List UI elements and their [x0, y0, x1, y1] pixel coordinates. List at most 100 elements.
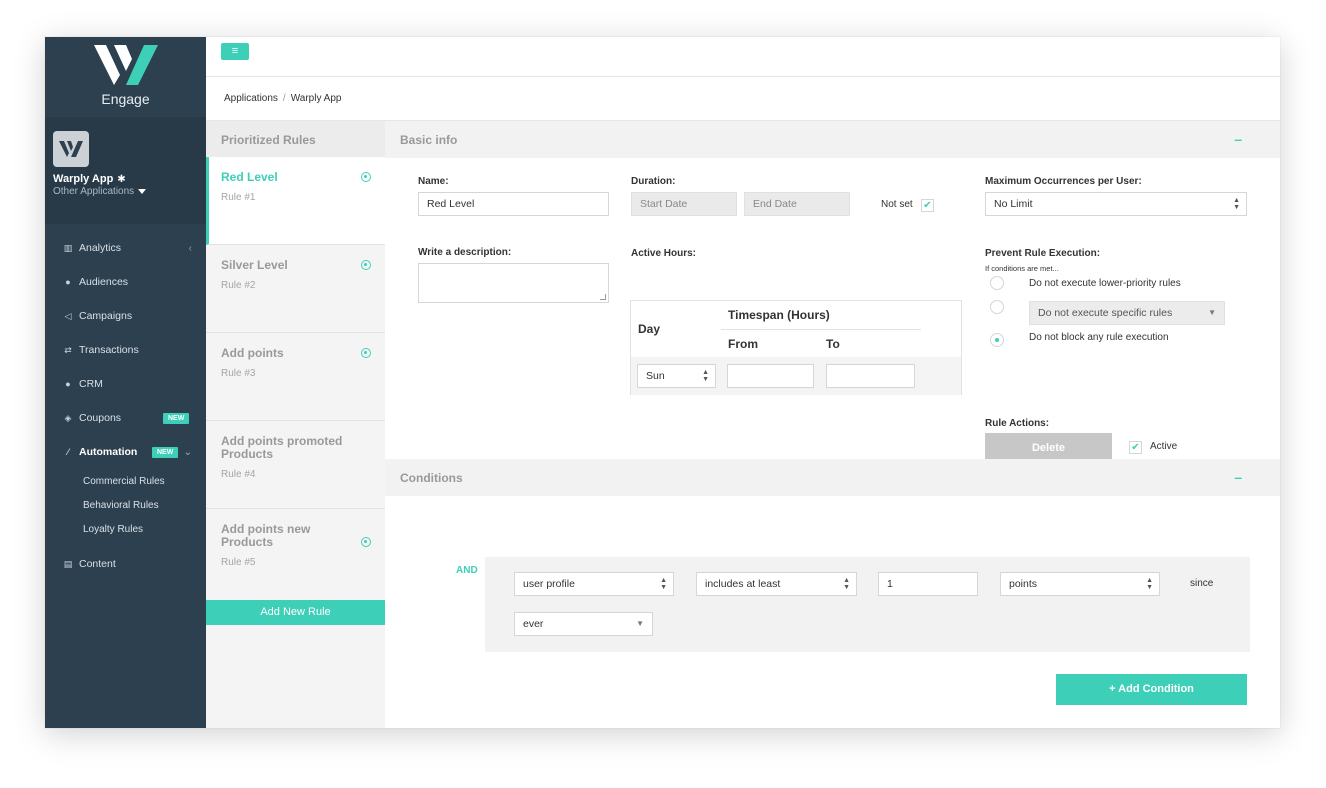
day-header: Day	[638, 322, 661, 336]
nav-item-label: Audiences	[79, 276, 129, 288]
and-connector	[450, 584, 485, 652]
users-icon: ●	[65, 277, 71, 287]
exchange-icon: ⇄	[64, 344, 72, 355]
rule-item-add-points-new[interactable]: Add points new Products Rule #5	[206, 509, 385, 597]
rule-title: Add points	[221, 346, 284, 360]
new-badge: NEW	[152, 446, 179, 458]
end-date-input[interactable]: End Date	[744, 192, 850, 216]
nav-item-analytics[interactable]: ▥ Analytics ‹	[45, 231, 206, 265]
chevron-down-icon: ⌄	[183, 446, 192, 458]
hamburger-icon: ≡	[231, 45, 239, 57]
max-occurrences-select[interactable]: No Limit ▲ ▼	[985, 192, 1247, 216]
file-icon: ▤	[63, 558, 73, 569]
description-textarea[interactable]	[418, 263, 609, 303]
logo-area: Engage	[45, 37, 206, 117]
add-new-rule-button[interactable]: Add New Rule	[206, 600, 385, 625]
condition-field-select[interactable]: user profile ▲ ▼	[514, 572, 674, 596]
app-name-label: Warply App	[53, 173, 114, 185]
not-set-checkbox[interactable]: ✔	[921, 199, 934, 212]
active-label: Active	[1150, 441, 1178, 452]
from-header: From	[728, 337, 758, 351]
day-select[interactable]: Sun ▲ ▼	[637, 364, 716, 388]
breadcrumb-separator: /	[282, 93, 286, 104]
sub-item-loyalty-rules[interactable]: Loyalty Rules	[45, 517, 206, 541]
sub-item-behavioral-rules[interactable]: Behavioral Rules	[45, 493, 206, 517]
condition-period-select[interactable]: ever ▼	[514, 612, 653, 636]
app-switcher[interactable]: Warply App ✱ Other Applications	[45, 117, 206, 224]
updown-arrows-icon: ▲ ▼	[843, 577, 850, 591]
radio-specific-rules[interactable]	[990, 300, 1004, 314]
select-value: No Limit	[994, 198, 1033, 210]
rule-item-red-level[interactable]: Red Level Rule #1	[206, 157, 385, 245]
since-label: since	[1190, 578, 1214, 589]
nav-item-audiences[interactable]: ● Audiences	[45, 265, 206, 299]
chevron-left-icon: ‹	[188, 242, 192, 254]
select-value: points	[1009, 578, 1038, 590]
nav-item-coupons[interactable]: ◈ Coupons NEW	[45, 401, 206, 435]
warply-logo-icon	[93, 45, 158, 85]
nav-item-label: CRM	[79, 378, 103, 390]
app-name[interactable]: Warply App ✱	[53, 173, 206, 185]
active-checkbox[interactable]: ✔	[1129, 441, 1142, 454]
radio-dot-icon[interactable]	[361, 260, 371, 270]
rule-item-silver-level[interactable]: Silver Level Rule #2	[206, 245, 385, 333]
and-operator-tab[interactable]: AND	[450, 557, 485, 584]
select-value: Do not execute specific rules	[1038, 307, 1173, 319]
specific-rules-select[interactable]: Do not execute specific rules ▼	[1029, 301, 1225, 325]
nav-item-automation[interactable]: ⁄ Automation NEW ⌄	[45, 435, 206, 469]
sub-item-commercial-rules[interactable]: Commercial Rules	[45, 469, 206, 493]
radio-dot-icon[interactable]	[361, 537, 371, 547]
start-date-input[interactable]: Start Date	[631, 192, 737, 216]
rule-number: Rule #3	[221, 368, 256, 379]
max-occurrences-label: Maximum Occurrences per User:	[985, 176, 1142, 187]
timespan-header: Timespan (Hours)	[728, 308, 830, 322]
bar-chart-icon: ▥	[63, 242, 73, 253]
rule-number: Rule #4	[221, 469, 256, 480]
nav-item-transactions[interactable]: ⇄ Transactions	[45, 333, 206, 367]
nav-item-campaigns[interactable]: ◁ Campaigns	[45, 299, 206, 333]
new-badge: NEW	[163, 412, 190, 424]
name-input[interactable]: Red Level	[418, 192, 609, 216]
megaphone-icon: ◁	[64, 310, 72, 321]
rule-number: Rule #2	[221, 280, 256, 291]
collapse-icon[interactable]: –	[1234, 469, 1242, 485]
sidebar: Engage Warply App ✱ Other Applications ▥ …	[45, 37, 206, 728]
option-no-block-label: Do not block any rule execution	[1029, 332, 1169, 343]
brand-name: Engage	[101, 91, 150, 107]
gear-icon[interactable]: ✱	[117, 174, 125, 185]
radio-dot-icon[interactable]	[361, 172, 371, 182]
rule-item-add-points-promoted[interactable]: Add points promoted Products Rule #4	[206, 421, 385, 509]
rule-title: Red Level	[221, 170, 278, 184]
radio-no-block[interactable]	[990, 333, 1004, 347]
rule-item-add-points[interactable]: Add points Rule #3	[206, 333, 385, 421]
conditions-header[interactable]: Conditions –	[385, 459, 1280, 496]
rule-actions-label: Rule Actions:	[985, 418, 1050, 429]
add-condition-button[interactable]: + Add Condition	[1056, 674, 1247, 705]
nav-item-label: Transactions	[79, 344, 139, 356]
radio-lower-priority[interactable]	[990, 276, 1004, 290]
active-hours-label: Active Hours:	[631, 248, 697, 259]
other-applications-dropdown[interactable]: Other Applications	[53, 186, 206, 197]
condition-operator-select[interactable]: includes at least ▲ ▼	[696, 572, 857, 596]
nav-item-crm[interactable]: ● CRM	[45, 367, 206, 401]
rule-number: Rule #5	[221, 557, 256, 568]
breadcrumb-applications[interactable]: Applications	[224, 93, 278, 104]
from-hour-input[interactable]	[727, 364, 814, 388]
basic-info-header[interactable]: Basic info –	[385, 121, 1280, 158]
breadcrumb-current: Warply App	[290, 93, 342, 104]
collapse-icon[interactable]: –	[1234, 131, 1242, 147]
nav-item-content[interactable]: ▤ Content	[45, 547, 206, 581]
wand-icon: ⁄	[67, 447, 69, 457]
condition-amount-input[interactable]: 1	[878, 572, 978, 596]
radio-dot-icon[interactable]	[361, 348, 371, 358]
caret-down-icon: ▼	[1208, 308, 1216, 317]
to-header: To	[826, 337, 840, 351]
hamburger-menu-button[interactable]: ≡	[221, 43, 249, 60]
to-hour-input[interactable]	[826, 364, 915, 388]
section-title: Basic info	[400, 133, 458, 147]
condition-unit-select[interactable]: points ▲ ▼	[1000, 572, 1160, 596]
nav-item-label: Coupons	[79, 412, 122, 424]
duration-label: Duration:	[631, 176, 676, 187]
caret-down-icon	[138, 188, 147, 194]
select-value: Sun	[646, 370, 665, 382]
